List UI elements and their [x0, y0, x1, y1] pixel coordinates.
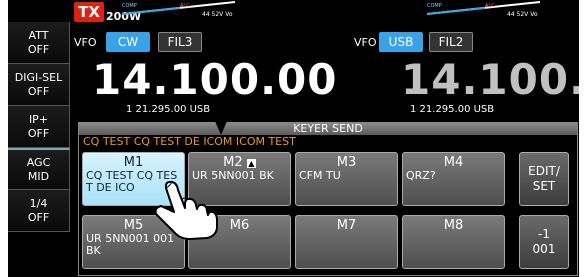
callout-arrow-head — [214, 119, 228, 135]
digi-sel-label: DIGI-SEL — [14, 70, 63, 84]
edit-set-button[interactable]: EDIT/ SET — [519, 152, 569, 206]
svg-text:COMP: COMP — [427, 3, 442, 9]
keyer-title: KEYER SEND — [79, 123, 577, 135]
mode-usb-button[interactable]: USB — [379, 32, 423, 52]
memory-m4-name: M4 — [443, 155, 464, 170]
att-label: ATT — [28, 28, 49, 42]
agc-value: MID — [27, 169, 50, 183]
memory-m7-name: M7 — [336, 218, 357, 233]
radio-screen: ATT OFF DIGI-SEL OFF IP+ OFF AGC MID 1/4… — [8, 0, 579, 277]
memory-m2-title: M2 ▲ — [189, 155, 290, 170]
main-sub-frequency: 1 21.295.00 USB — [126, 104, 211, 115]
vfo-area: TX 200W COMP ALC 44 52V Vo COMP ALC 44 5… — [70, 0, 579, 122]
svg-text:44 52V Vo: 44 52V Vo — [507, 11, 538, 18]
memory-m8-name: M8 — [443, 218, 464, 233]
memory-m3-name: M3 — [336, 155, 357, 170]
agc-label: AGC — [26, 155, 51, 169]
quarter-value: OFF — [27, 210, 50, 224]
quarter-label: 1/4 — [29, 196, 48, 210]
vfo-main-label: VFO — [74, 36, 97, 49]
att-value: OFF — [27, 42, 50, 56]
agc-button[interactable]: AGC MID — [8, 148, 70, 190]
digi-sel-value: OFF — [27, 84, 50, 98]
counter-value-label: 001 — [532, 242, 556, 256]
meter-sub-icon: COMP ALC 44 52V Vo — [426, 1, 541, 18]
set-label: SET — [532, 179, 556, 193]
digi-sel-button[interactable]: DIGI-SEL OFF — [8, 64, 70, 106]
filter-fil2-button[interactable]: FIL2 — [429, 32, 473, 52]
svg-text:ALC: ALC — [485, 3, 495, 9]
ip-plus-label: IP+ — [28, 112, 49, 126]
sub-frequency[interactable]: 14.100.00 — [401, 58, 579, 102]
ip-plus-button[interactable]: IP+ OFF — [8, 106, 70, 148]
memory-m3-button[interactable]: M3 CFM TU — [295, 152, 398, 206]
sidebar: ATT OFF DIGI-SEL OFF IP+ OFF AGC MID 1/4… — [8, 22, 70, 277]
lock-icon: ▲ — [246, 159, 256, 168]
tx-badge: TX — [74, 2, 104, 22]
att-button[interactable]: ATT OFF — [8, 22, 70, 64]
ip-plus-value: OFF — [27, 126, 50, 140]
mode-cw-button[interactable]: CW — [106, 32, 150, 52]
svg-text:COMP: COMP — [122, 3, 137, 9]
svg-text:44 52V Vo: 44 52V Vo — [202, 11, 233, 18]
filter-fil3-button[interactable]: FIL3 — [158, 32, 202, 52]
memory-m2-name: M2 — [223, 155, 243, 170]
sub-sub-frequency: 1 21.295.00 USB — [410, 104, 495, 115]
memory-m8-button[interactable]: M8 — [402, 215, 505, 269]
vfo-sub-label: VFO — [354, 36, 377, 49]
quarter-button[interactable]: 1/4 OFF — [8, 190, 70, 232]
counter-button[interactable]: -1 001 — [519, 215, 569, 269]
memory-m7-button[interactable]: M7 — [295, 215, 398, 269]
edit-label: EDIT/ — [528, 164, 560, 178]
main-frequency[interactable]: 14.100.00 — [92, 58, 337, 102]
memory-m1-name: M1 — [123, 155, 144, 170]
meter-main-icon: COMP ALC 44 52V Vo — [121, 1, 236, 18]
memory-m3-text: CFM TU — [299, 169, 341, 182]
svg-text:ALC: ALC — [180, 3, 190, 9]
hand-pointer-icon — [154, 180, 218, 240]
memory-m4-text: QRZ? — [406, 169, 436, 182]
counter-step-label: -1 — [538, 227, 550, 241]
memory-m4-button[interactable]: M4 QRZ? — [402, 152, 505, 206]
sending-text: CQ TEST CQ TEST DE ICOM ICOM TEST — [83, 135, 296, 148]
